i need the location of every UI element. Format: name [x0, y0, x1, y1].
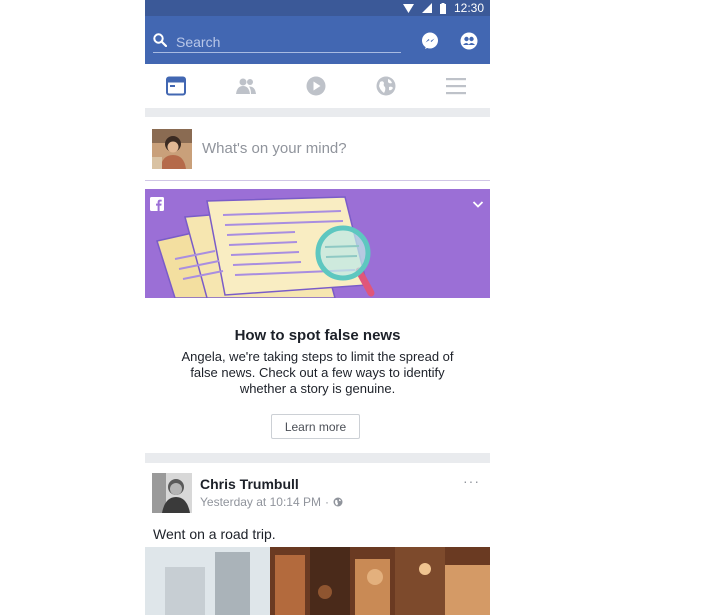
tab-news-feed[interactable] [164, 74, 188, 98]
public-globe-icon [333, 497, 343, 507]
tab-bar [145, 64, 490, 109]
wifi-icon [402, 3, 414, 13]
post-meta: Yesterday at 10:14 PM · [200, 495, 343, 509]
status-time: 12:30 [453, 1, 484, 15]
menu-icon [446, 78, 466, 95]
news-feed-icon [166, 76, 186, 96]
friends-tab-icon [236, 78, 256, 94]
status-bar: 12:30 [145, 0, 490, 16]
news-card-body: Angela, we're taking steps to limit the … [181, 349, 454, 396]
friends-icon[interactable] [460, 32, 478, 50]
learn-more-button[interactable]: Learn more [271, 414, 360, 439]
false-news-card: How to spot false news Angela, we're tak… [145, 189, 490, 453]
search-input[interactable]: Search [176, 34, 220, 50]
chevron-down-icon[interactable] [472, 197, 484, 215]
messenger-icon[interactable] [421, 32, 439, 50]
signal-icon [421, 3, 432, 13]
author-avatar[interactable] [152, 473, 192, 513]
search-underline [153, 52, 401, 53]
post-text: Went on a road trip. [153, 526, 276, 542]
post-author[interactable]: Chris Trumbull [200, 476, 299, 492]
facebook-app: 12:30 Search What's on your mind? How to… [145, 0, 490, 615]
feed-divider [145, 453, 490, 463]
feed-post: Chris Trumbull Yesterday at 10:14 PM · ·… [145, 463, 490, 615]
post-timestamp[interactable]: Yesterday at 10:14 PM [200, 495, 321, 509]
feed-divider [145, 108, 490, 117]
status-composer[interactable]: What's on your mind? [145, 117, 490, 181]
post-options-button[interactable]: ··· [463, 473, 480, 489]
meta-separator: · [324, 495, 329, 509]
post-photo[interactable] [145, 547, 490, 615]
facebook-logo-icon [150, 197, 164, 216]
user-avatar [152, 129, 192, 169]
top-header: Search [145, 16, 490, 64]
globe-icon [376, 76, 396, 96]
tab-menu[interactable] [444, 74, 468, 98]
tab-video[interactable] [304, 74, 328, 98]
news-card-title: How to spot false news [234, 327, 401, 344]
search-icon[interactable] [153, 33, 168, 52]
tab-friends[interactable] [234, 74, 258, 98]
composer-prompt[interactable]: What's on your mind? [202, 140, 347, 157]
news-illustration [145, 189, 490, 298]
play-icon [306, 76, 326, 96]
battery-icon [439, 2, 446, 14]
tab-notifications[interactable] [374, 74, 398, 98]
